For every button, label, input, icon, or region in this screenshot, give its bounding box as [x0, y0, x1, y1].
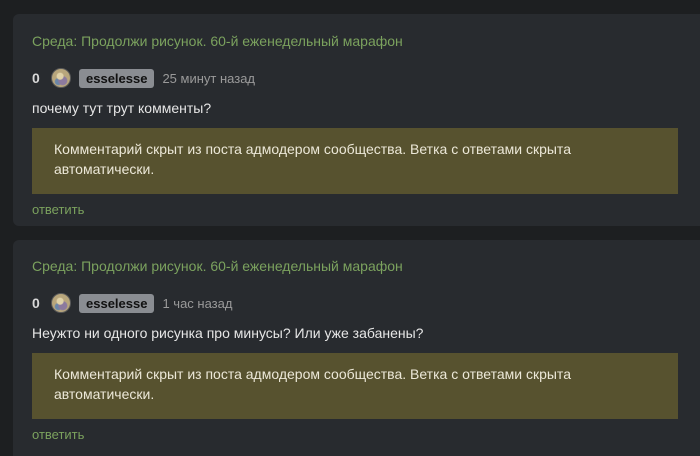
comment-meta: 0 esselesse 25 минут назад — [32, 67, 255, 89]
hidden-notice-line: Комментарий скрыт из поста адмодером соо… — [54, 366, 571, 382]
comment-card: Среда: Продолжи рисунок. 60-й еженедельн… — [13, 240, 700, 456]
hidden-notice-line: Комментарий скрыт из поста адмодером соо… — [54, 141, 571, 157]
comment-time[interactable]: 25 минут назад — [162, 71, 255, 86]
comment-feed: Среда: Продолжи рисунок. 60-й еженедельн… — [0, 0, 700, 456]
hidden-comment-notice: Комментарий скрыт из поста адмодером соо… — [32, 128, 678, 194]
comment-text: почему тут трут комменты? — [32, 100, 212, 116]
reply-link[interactable]: ответить — [32, 427, 84, 443]
username-badge[interactable]: esselesse — [79, 68, 155, 88]
username-badge[interactable]: esselesse — [79, 293, 155, 313]
comment-card: Среда: Продолжи рисунок. 60-й еженедельн… — [13, 14, 700, 226]
post-title-link[interactable]: Среда: Продолжи рисунок. 60-й еженедельн… — [32, 32, 403, 50]
comment-text: Неужто ни одного рисунка про минусы? Или… — [32, 325, 424, 341]
comment-meta: 0 esselesse 1 час назад — [32, 292, 232, 314]
hidden-notice-line: автоматически. — [54, 386, 155, 402]
post-title-link[interactable]: Среда: Продолжи рисунок. 60-й еженедельн… — [32, 257, 403, 275]
avatar[interactable] — [51, 68, 71, 88]
comment-time[interactable]: 1 час назад — [162, 296, 232, 311]
comment-rating: 0 — [32, 70, 40, 86]
hidden-notice-line: автоматически. — [54, 161, 155, 177]
hidden-comment-notice: Комментарий скрыт из поста адмодером соо… — [32, 353, 678, 419]
avatar[interactable] — [51, 293, 71, 313]
comment-rating: 0 — [32, 295, 40, 311]
reply-link[interactable]: ответить — [32, 202, 84, 218]
